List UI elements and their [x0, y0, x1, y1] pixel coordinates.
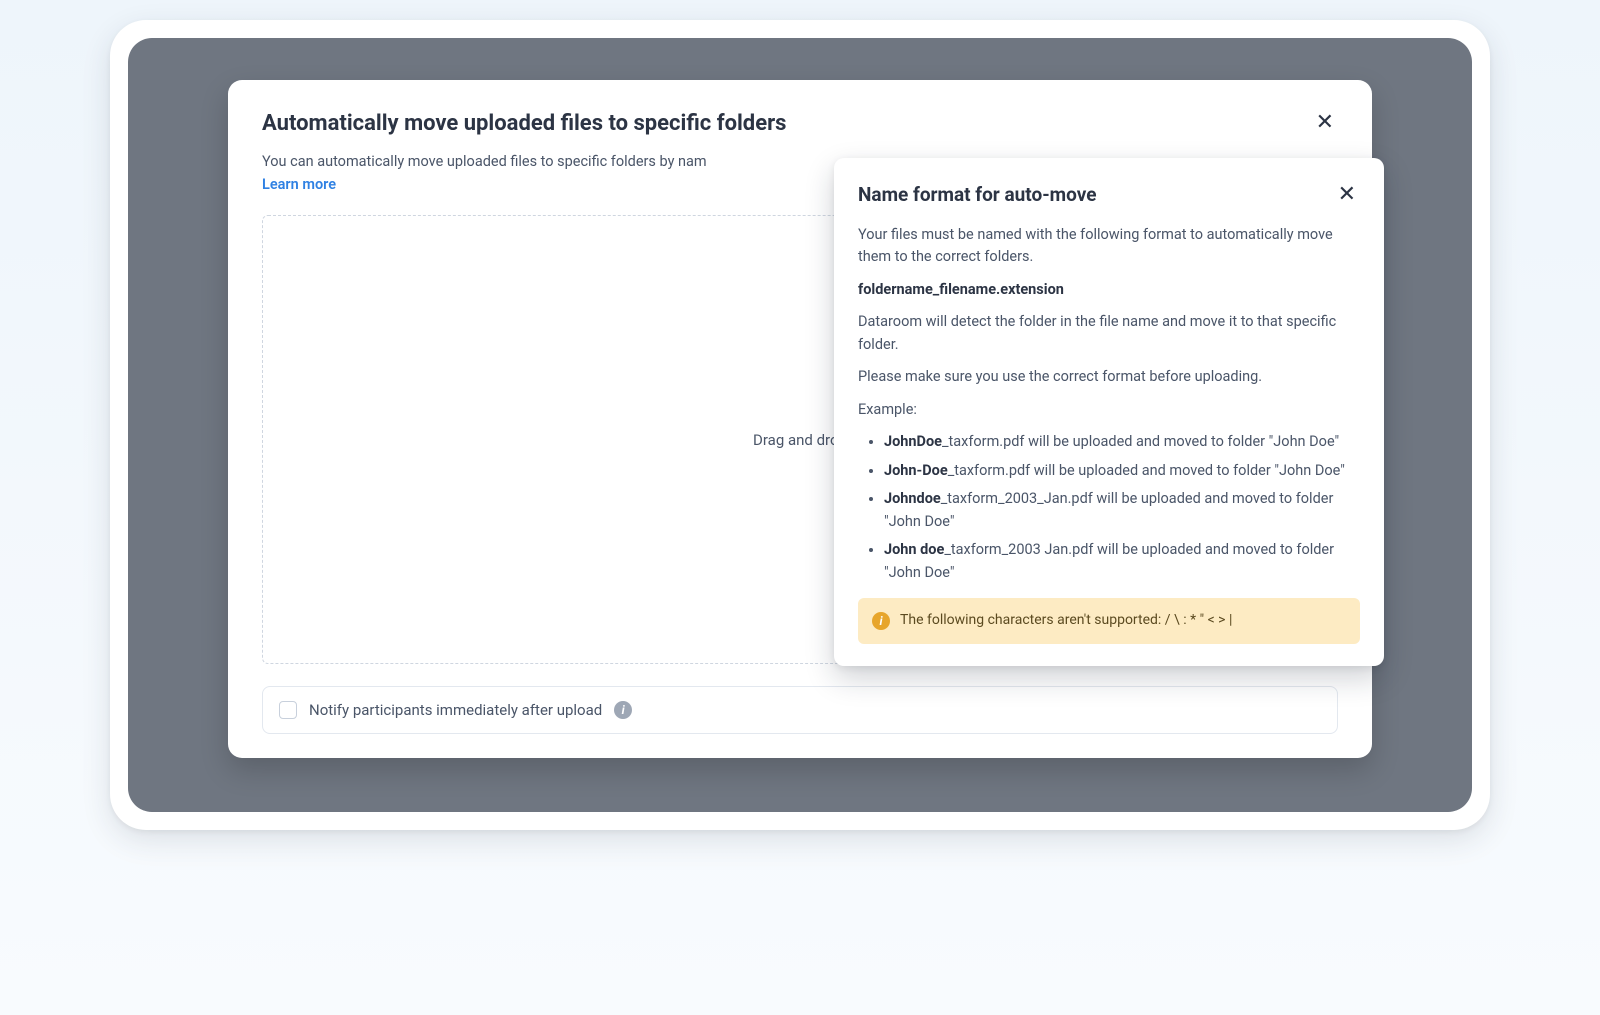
warning-icon: i — [872, 612, 890, 630]
popover-intro: Your files must be named with the follow… — [858, 224, 1360, 269]
example-item: JohnDoe_taxform.pdf will be uploaded and… — [884, 431, 1360, 453]
popover-header: Name format for auto-move ✕ — [858, 180, 1360, 210]
app-frame: Automatically move uploaded files to spe… — [110, 20, 1490, 830]
popover-title: Name format for auto-move — [858, 180, 1097, 209]
notify-row: Notify participants immediately after up… — [262, 686, 1338, 734]
example-item: John-Doe_taxform.pdf will be uploaded an… — [884, 460, 1360, 482]
modal-header: Automatically move uploaded files to spe… — [262, 108, 1338, 138]
popover-ensure: Please make sure you use the correct for… — [858, 366, 1360, 388]
close-icon[interactable]: ✕ — [1334, 180, 1360, 210]
modal-overlay: Automatically move uploaded files to spe… — [128, 38, 1472, 812]
example-item: John doe_taxform_2003 Jan.pdf will be up… — [884, 539, 1360, 584]
warning-banner: i The following characters aren't suppor… — [858, 598, 1360, 644]
dropzone-text: Drag and drop — [753, 431, 847, 449]
popover-format: foldername_filename.extension — [858, 279, 1360, 301]
close-icon[interactable]: ✕ — [1312, 108, 1338, 138]
example-item: Johndoe_taxform_2003_Jan.pdf will be upl… — [884, 488, 1360, 533]
modal-title: Automatically move uploaded files to spe… — [262, 111, 786, 136]
notify-checkbox[interactable] — [279, 701, 297, 719]
popover-detect: Dataroom will detect the folder in the f… — [858, 311, 1360, 356]
warning-text: The following characters aren't supporte… — [900, 610, 1232, 632]
example-list: JohnDoe_taxform.pdf will be uploaded and… — [858, 431, 1360, 584]
popover-example-label: Example: — [858, 399, 1360, 421]
name-format-popover: Name format for auto-move ✕ Your files m… — [834, 158, 1384, 666]
info-icon[interactable]: i — [614, 701, 632, 719]
notify-label: Notify participants immediately after up… — [309, 701, 602, 719]
